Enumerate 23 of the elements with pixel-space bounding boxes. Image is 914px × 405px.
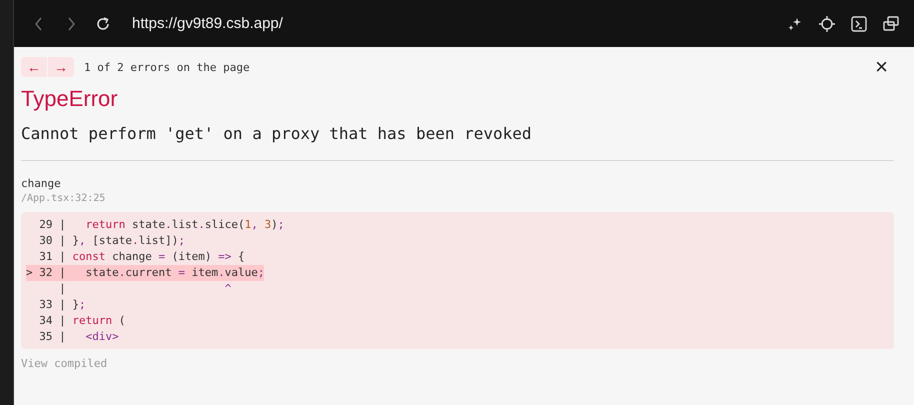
chevron-left-icon (34, 16, 44, 30)
code-line: | ^ (58, 281, 232, 297)
function-name: change (21, 177, 62, 190)
reload-icon (95, 16, 111, 32)
code-line: 29 | return state.list.slice(1, 3); (38, 217, 284, 233)
code-line: 31 | const change = (item) => { (38, 249, 245, 265)
error-title: TypeError (21, 86, 119, 112)
close-button[interactable]: × (875, 57, 888, 77)
file-location: /App.tsx:32:25 (21, 193, 106, 204)
next-error-button[interactable]: → (48, 57, 74, 77)
url-text[interactable]: https://gv9t89.csb.app/ (132, 15, 772, 32)
crosshair-icon[interactable] (818, 14, 836, 32)
windows-icon[interactable] (882, 14, 900, 32)
previous-error-button[interactable]: ← (21, 57, 47, 77)
chevron-right-icon (66, 16, 76, 30)
error-counter: 1 of 2 errors on the page (84, 60, 251, 74)
error-message: Cannot perform 'get' on a proxy that has been revoked (21, 124, 533, 143)
view-compiled-link[interactable]: View compiled (21, 357, 894, 370)
code-line: 35 | <div> (38, 329, 119, 345)
code-line: 30 | }, [state.list]); (38, 233, 185, 249)
code-line: 33 | }; (38, 297, 86, 313)
code-line: 34 | return ( (38, 313, 126, 329)
terminal-icon[interactable] (850, 14, 868, 32)
